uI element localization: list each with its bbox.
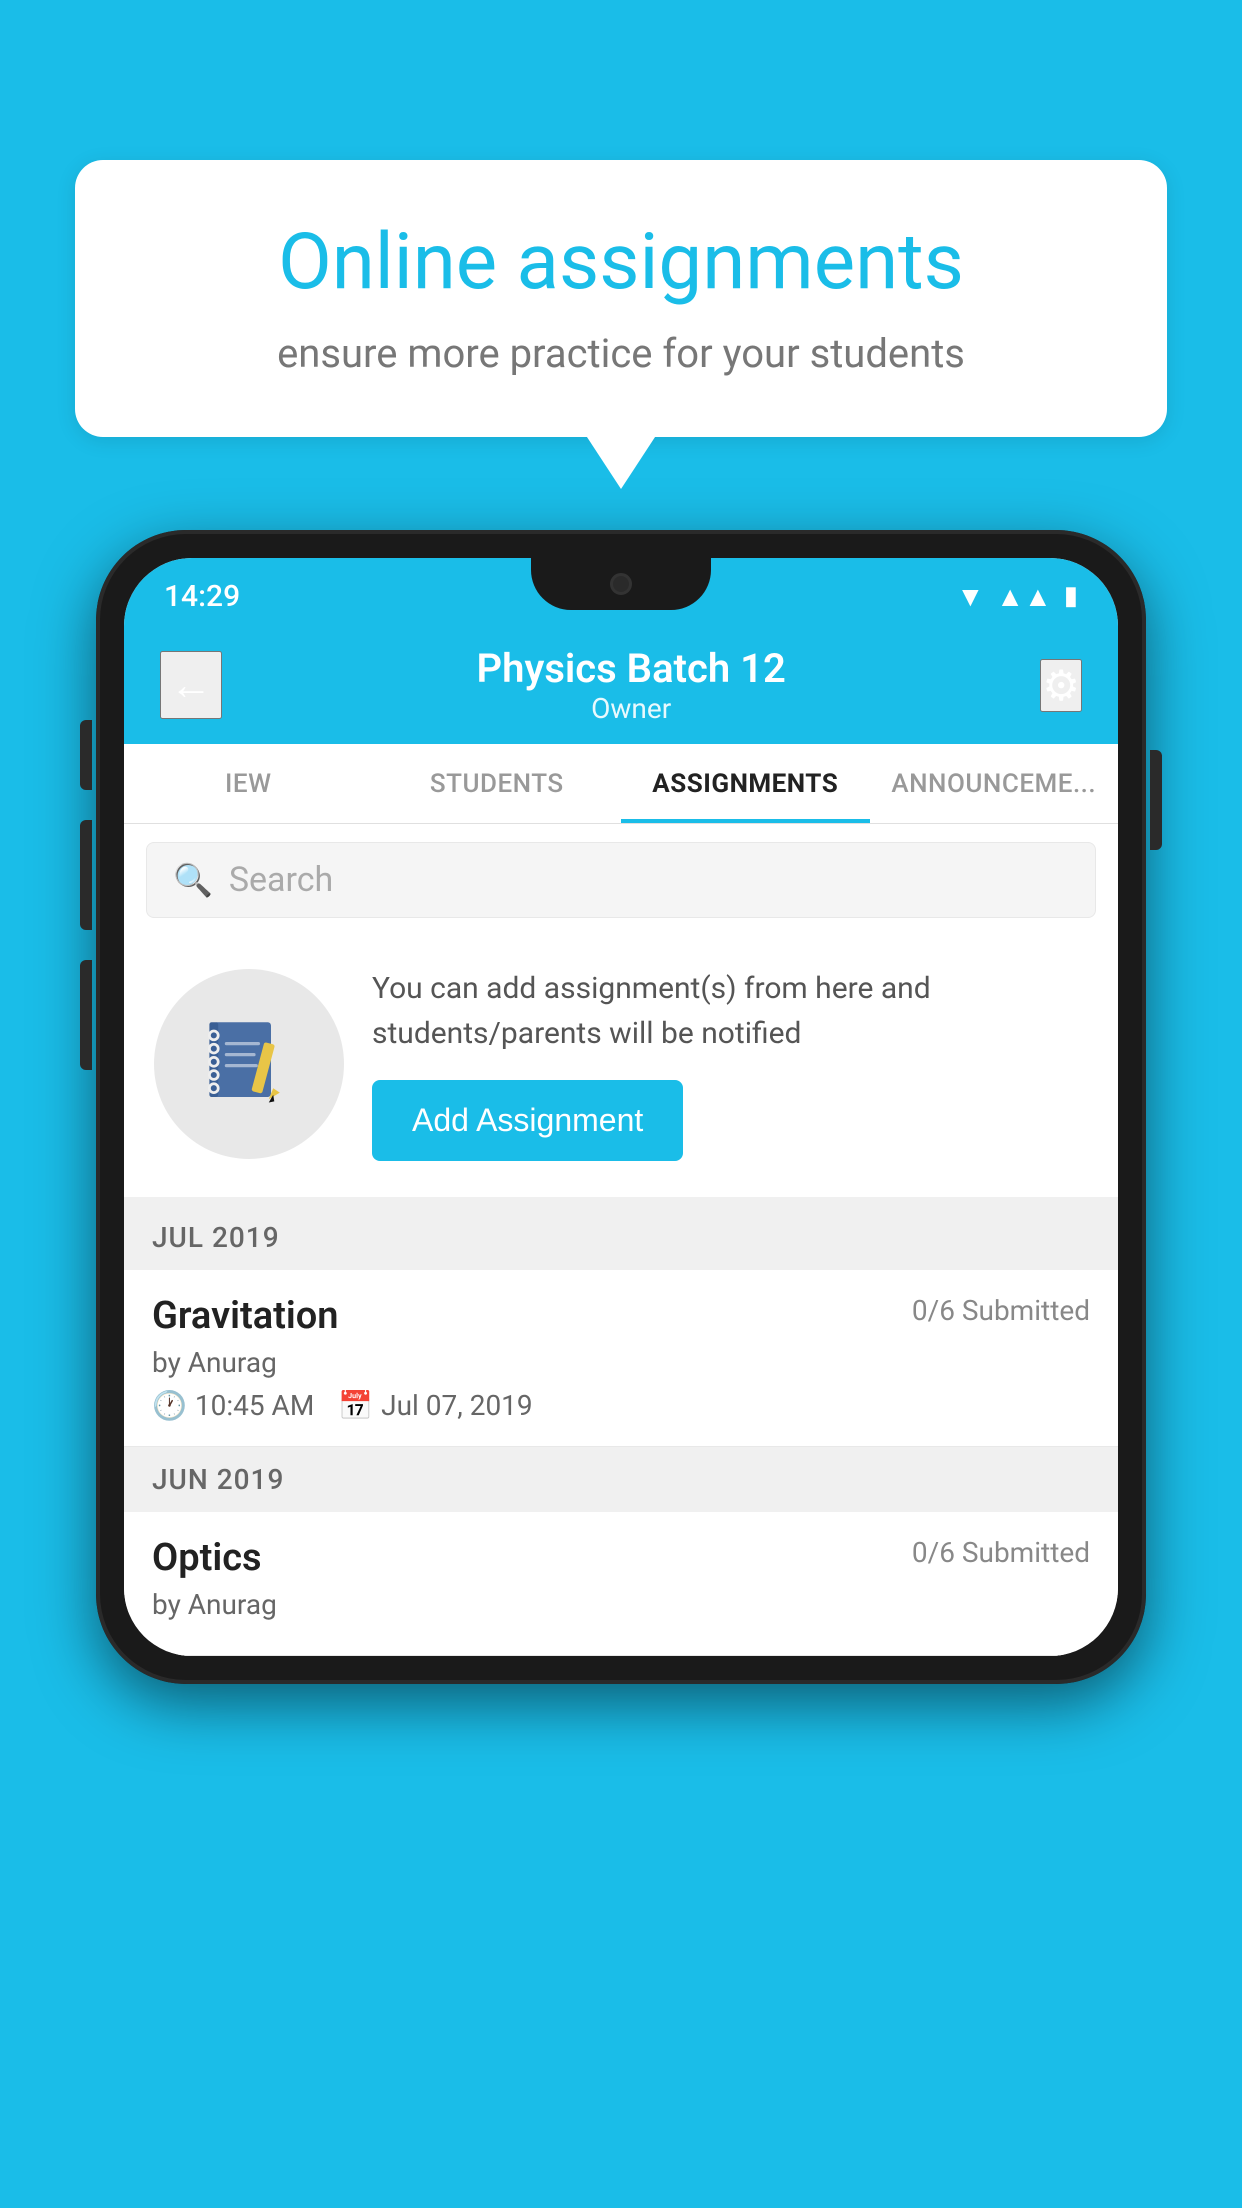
battery-icon: ▮	[1064, 581, 1078, 611]
assignment-time: 10:45 AM	[195, 1389, 314, 1422]
bubble-subtitle: ensure more practice for your students	[145, 330, 1097, 377]
tab-announcements[interactable]: ANNOUNCEME...	[870, 744, 1119, 823]
app-bar-subtitle: Owner	[477, 692, 786, 725]
power-button	[1150, 750, 1162, 850]
bubble-title: Online assignments	[145, 220, 1097, 306]
assignment-item-optics[interactable]: Optics 0/6 Submitted by Anurag	[124, 1512, 1118, 1656]
section-label-jun: JUN 2019	[152, 1463, 284, 1496]
assignment-by-gravitation: by Anurag	[152, 1346, 1090, 1379]
calendar-icon: 📅	[338, 1389, 373, 1422]
tab-iew-label: IEW	[225, 769, 271, 799]
status-icons: ▼ ▲▲ ▮	[957, 580, 1078, 613]
speech-bubble: Online assignments ensure more practice …	[75, 160, 1167, 437]
camera	[610, 573, 632, 595]
section-header-jun-2019: JUN 2019	[124, 1447, 1118, 1512]
silent-switch	[80, 720, 92, 790]
info-text-area: You can add assignment(s) from here and …	[372, 966, 1088, 1161]
add-assignment-button[interactable]: Add Assignment	[372, 1080, 683, 1161]
search-placeholder: Search	[229, 860, 333, 900]
search-container: 🔍 Search	[124, 824, 1118, 936]
tab-assignments-label: ASSIGNMENTS	[652, 769, 838, 799]
tab-students[interactable]: STUDENTS	[373, 744, 622, 823]
meta-time: 🕐 10:45 AM	[152, 1389, 314, 1422]
app-bar: ← Physics Batch 12 Owner ⚙	[124, 626, 1118, 744]
notebook-icon	[194, 1009, 304, 1119]
section-header-jul-2019: JUL 2019	[124, 1205, 1118, 1270]
notch	[531, 558, 711, 610]
assignment-date: Jul 07, 2019	[381, 1389, 533, 1422]
tab-students-label: STUDENTS	[430, 769, 564, 799]
meta-date: 📅 Jul 07, 2019	[338, 1389, 532, 1422]
phone-device: 14:29 ▼ ▲▲ ▮ ← Physics Batch 12 Owner ⚙	[96, 530, 1146, 1684]
tab-announcements-label: ANNOUNCEME...	[891, 769, 1096, 799]
status-time: 14:29	[164, 579, 240, 614]
signal-icon: ▲▲	[996, 580, 1051, 613]
assignment-by-optics: by Anurag	[152, 1588, 1090, 1621]
search-icon: 🔍	[173, 861, 213, 899]
section-label-jul: JUL 2019	[152, 1221, 280, 1254]
phone-screen: 14:29 ▼ ▲▲ ▮ ← Physics Batch 12 Owner ⚙	[124, 558, 1118, 1656]
info-description: You can add assignment(s) from here and …	[372, 966, 1088, 1056]
assignment-name-gravitation: Gravitation	[152, 1294, 339, 1338]
phone-outer-shell: 14:29 ▼ ▲▲ ▮ ← Physics Batch 12 Owner ⚙	[96, 530, 1146, 1684]
tab-assignments[interactable]: ASSIGNMENTS	[621, 744, 870, 823]
volume-down-button	[80, 960, 92, 1070]
assignment-item-gravitation[interactable]: Gravitation 0/6 Submitted by Anurag 🕐 10…	[124, 1270, 1118, 1447]
speech-bubble-container: Online assignments ensure more practice …	[75, 160, 1167, 437]
assignment-submitted-gravitation: 0/6 Submitted	[912, 1294, 1090, 1327]
search-bar[interactable]: 🔍 Search	[146, 842, 1096, 918]
clock-icon: 🕐	[152, 1389, 187, 1422]
volume-up-button	[80, 820, 92, 930]
app-bar-title-container: Physics Batch 12 Owner	[477, 645, 786, 725]
assignment-name-optics: Optics	[152, 1536, 262, 1580]
tab-iew[interactable]: IEW	[124, 744, 373, 823]
app-bar-title: Physics Batch 12	[477, 645, 786, 692]
notebook-icon-wrap	[154, 969, 344, 1159]
assignment-meta-gravitation: 🕐 10:45 AM 📅 Jul 07, 2019	[152, 1389, 1090, 1422]
assignment-row-top-optics: Optics 0/6 Submitted	[152, 1536, 1090, 1580]
tabs-container: IEW STUDENTS ASSIGNMENTS ANNOUNCEME...	[124, 744, 1118, 824]
wifi-icon: ▼	[957, 580, 985, 613]
settings-button[interactable]: ⚙	[1040, 659, 1082, 712]
assignment-submitted-optics: 0/6 Submitted	[912, 1536, 1090, 1569]
back-button[interactable]: ←	[160, 651, 222, 719]
info-card: You can add assignment(s) from here and …	[124, 936, 1118, 1205]
assignment-row-top: Gravitation 0/6 Submitted	[152, 1294, 1090, 1338]
